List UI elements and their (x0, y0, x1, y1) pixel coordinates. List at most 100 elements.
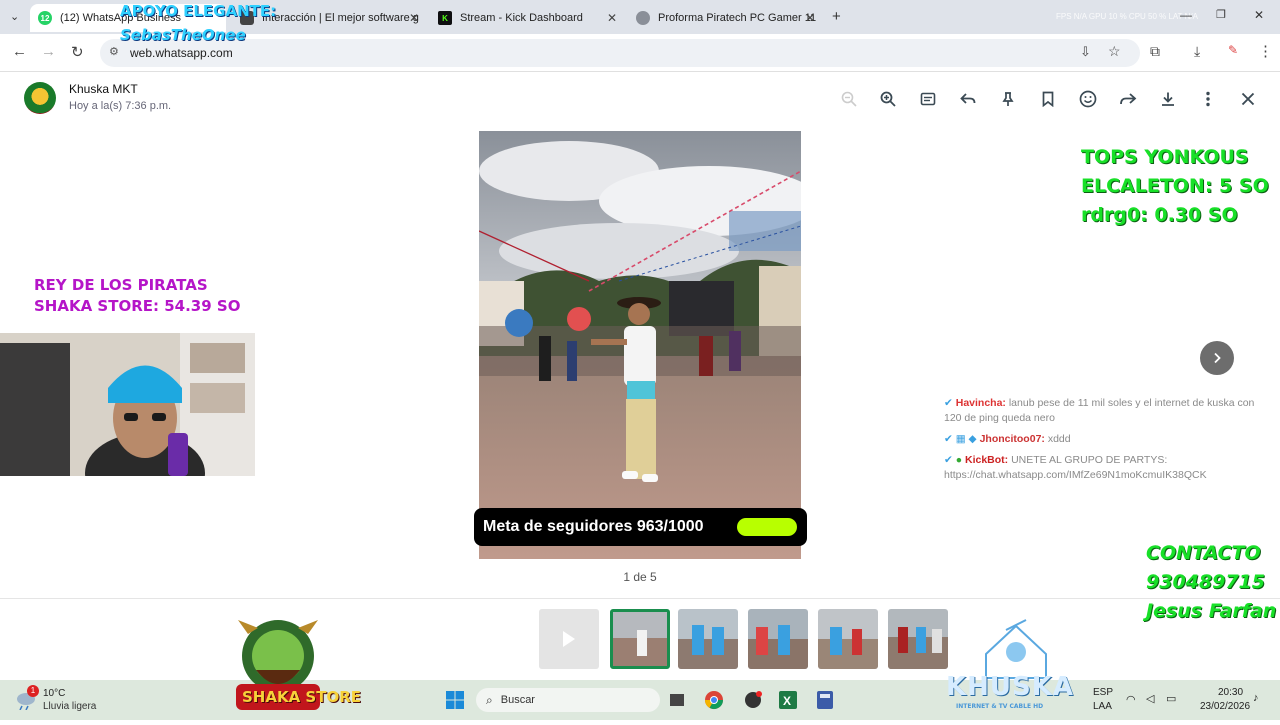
profile-icon[interactable]: ✎ (1228, 43, 1238, 57)
tab-kick[interactable]: K Stream - Kick Dashboard ✕ (430, 4, 625, 32)
close-window-button[interactable]: ✕ (1254, 8, 1264, 22)
volume-icon[interactable]: ◁ (1146, 692, 1154, 705)
chrome-menu-icon[interactable]: ⋮ (1258, 42, 1273, 60)
stream-chat: ✔ Havincha: lanub pese de 11 mil soles y… (944, 396, 1274, 483)
support-name: SebasTheOnee (120, 26, 246, 44)
clock-date[interactable]: 23/02/2026 (1200, 701, 1250, 712)
thumbnail[interactable] (818, 609, 878, 669)
extensions-icon[interactable]: ⧉ (1150, 43, 1160, 60)
tab-label: Proforma Piratech PC Gamer 11 (658, 12, 817, 24)
search-placeholder: Buscar (500, 694, 535, 706)
forward-icon[interactable]: → (41, 43, 56, 60)
follower-goal-progress (737, 518, 797, 536)
more-icon[interactable] (1197, 88, 1219, 110)
contact-name: Khuska MKT (69, 82, 138, 96)
follower-goal-bar: Meta de seguidores 963/1000 (474, 508, 807, 546)
zoom-out-icon[interactable] (838, 88, 860, 110)
install-app-icon[interactable]: ⇩ (1080, 44, 1091, 60)
bookmark-icon[interactable] (1037, 88, 1059, 110)
download-icon[interactable] (1157, 88, 1179, 110)
calculator-icon[interactable] (814, 688, 836, 712)
chat-message: ✔ ▦ ◆ Jhoncitoo07: xddd (944, 433, 1071, 445)
keyboard-lang-2[interactable]: LAA (1093, 701, 1112, 712)
close-tab-icon[interactable]: ✕ (409, 11, 419, 25)
battery-icon[interactable]: ▭ (1166, 692, 1176, 705)
thumbnail-selected[interactable] (610, 609, 670, 669)
pirates-entry: SHAKA STORE: 54.39 SO (34, 297, 241, 315)
close-icon[interactable] (1237, 88, 1259, 110)
khuska-logo: KHUSKA INTERNET & TV CABLE HD (946, 614, 1086, 714)
reload-icon[interactable]: ↻ (71, 43, 84, 61)
tab-list-chevron-icon[interactable]: ⌄ (10, 10, 19, 23)
maximize-button[interactable]: ❐ (1216, 8, 1226, 21)
khuska-logo-text: KHUSKA (946, 672, 1075, 702)
close-tab-icon[interactable]: ✕ (607, 11, 617, 25)
site-info-icon[interactable]: ⚙ (109, 45, 119, 58)
downloads-icon[interactable]: ⤓ (1194, 43, 1200, 60)
windows-taskbar: 1 10°C Lluvia ligera ⌕ Buscar X ESP LAA … (0, 680, 1280, 720)
new-tab-button[interactable]: + (832, 8, 841, 25)
keyboard-lang-1[interactable]: ESP (1093, 687, 1113, 698)
weather-badge: 1 (27, 685, 39, 697)
reply-icon[interactable] (957, 88, 979, 110)
kick-icon: K (438, 11, 452, 25)
contact-person: Jesus Farfan (1146, 600, 1277, 622)
url-field[interactable]: ⚙ web.whatsapp.com ⇩ ☆ (100, 39, 1140, 67)
thumbnail[interactable] (748, 609, 808, 669)
search-icon: ⌕ (486, 692, 493, 707)
notification-icon[interactable]: ♪ (1253, 692, 1259, 704)
excel-icon[interactable]: X (777, 688, 799, 712)
weather-temp: 10°C (43, 688, 66, 699)
zoom-in-icon[interactable] (877, 88, 899, 110)
chat-user: Jhoncitoo07: (979, 433, 1045, 445)
media-photo[interactable] (479, 131, 801, 559)
tops-entry-1: ELCALETON: 5 SO (1081, 175, 1269, 197)
media-counter: 1 de 5 (623, 570, 657, 584)
webcam-feed (0, 333, 255, 476)
globe-icon (636, 11, 650, 25)
chat-user: Havincha: (955, 397, 1006, 409)
contact-title: CONTACTO (1146, 542, 1261, 564)
bookmark-star-icon[interactable]: ☆ (1108, 43, 1121, 60)
emoji-icon[interactable] (1077, 88, 1099, 110)
chat-user: KickBot: (965, 454, 1009, 466)
tops-entry-2: rdrg0: 0.30 SO (1081, 204, 1238, 226)
message-timestamp: Hoy a la(s) 7:36 p.m. (69, 100, 172, 112)
caption-icon[interactable] (917, 88, 939, 110)
chat-message: ✔ Havincha: lanub pese de 11 mil soles y… (944, 397, 1255, 424)
obs-icon[interactable] (742, 688, 764, 712)
next-media-button[interactable] (1200, 341, 1234, 375)
contact-phone: 930489715 (1146, 571, 1265, 593)
thumbnail-video[interactable] (539, 609, 599, 669)
tab-label: Stream - Kick Dashboard (460, 12, 583, 24)
tab-proforma[interactable]: Proforma Piratech PC Gamer 11 ✕ (628, 4, 823, 32)
media-viewer-header: Khuska MKT Hoy a la(s) 7:36 p.m. (0, 72, 1280, 128)
url-text: web.whatsapp.com (130, 46, 233, 60)
forward-icon[interactable] (1117, 88, 1139, 110)
minimize-button[interactable]: — (1180, 8, 1192, 22)
weather-desc: Lluvia ligera (43, 701, 97, 712)
khuska-logo-subtext: INTERNET & TV CABLE HD (956, 703, 1044, 710)
chat-text: xddd (1047, 433, 1071, 445)
tab-label: Interacción | El mejor software g (262, 12, 419, 24)
taskbar-search[interactable]: ⌕ Buscar (476, 688, 660, 712)
wifi-icon[interactable]: ◠ (1126, 693, 1136, 706)
pin-icon[interactable] (997, 88, 1019, 110)
close-tab-icon[interactable]: ✕ (805, 11, 815, 25)
shaka-store-logo-text: SHAKA STORE (242, 688, 362, 706)
chrome-taskbar-icon[interactable] (703, 688, 725, 712)
shaka-store-logo: SHAKA STORE (226, 614, 361, 720)
back-icon[interactable]: ← (12, 43, 27, 60)
file-explorer-icon[interactable] (668, 688, 686, 712)
follower-goal-text: Meta de seguidores 963/1000 (483, 518, 704, 535)
chat-message: ✔ ● KickBot: UNETE AL GRUPO DE PARTYS: h… (944, 454, 1207, 481)
thumbnail[interactable] (678, 609, 738, 669)
perf-overlay: FPS N/A GPU 10 % CPU 50 % LAT N/A (1056, 12, 1198, 21)
clock-time[interactable]: 20:30 (1218, 687, 1243, 698)
svg-text:X: X (783, 694, 791, 708)
pirates-title: REY DE LOS PIRATAS (34, 276, 208, 294)
avatar[interactable] (24, 82, 56, 114)
thumbnail-strip (0, 598, 1280, 678)
start-button[interactable] (444, 688, 466, 712)
thumbnail[interactable] (888, 609, 948, 669)
